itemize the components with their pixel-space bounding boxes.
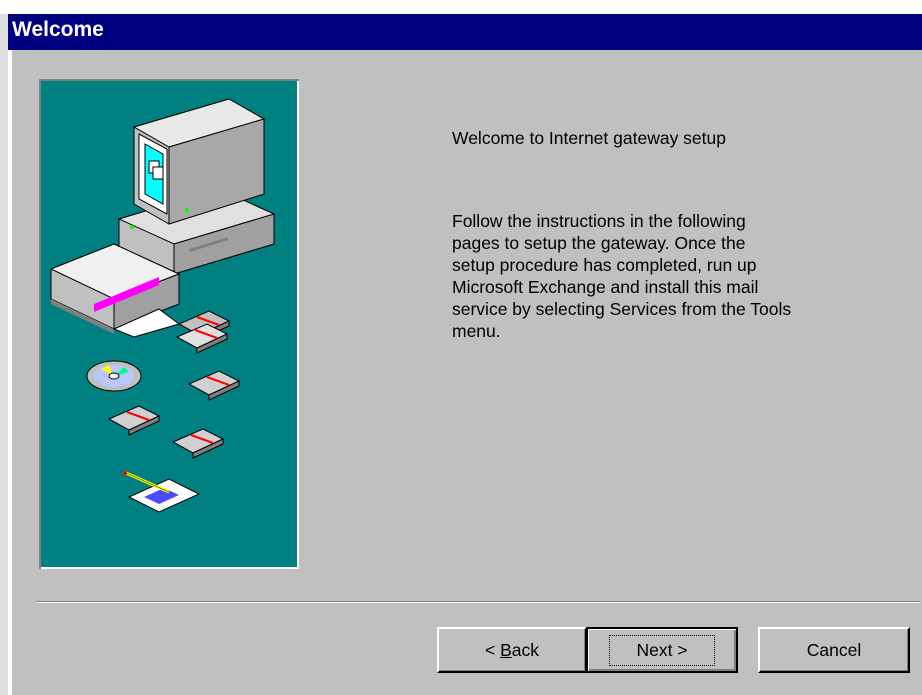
back-button[interactable]: < Back <box>437 627 587 673</box>
instructions-line: Microsoft Exchange and install this mail <box>452 277 759 297</box>
notepad-pencil-icon <box>123 470 201 513</box>
next-button-label: Next > <box>609 634 715 666</box>
computer-icon <box>117 98 276 275</box>
floppy-disk-icon <box>171 428 225 459</box>
floppy-disk-icon <box>187 370 241 401</box>
cd-icon <box>86 360 142 392</box>
instructions-text: Follow the instructions in the following… <box>452 210 892 342</box>
instructions-line: pages to setup the gateway. Once the <box>452 233 746 253</box>
back-button-rest: ack <box>511 639 539 660</box>
back-button-prefix: < <box>484 639 501 660</box>
cancel-button-label: Cancel <box>806 639 862 660</box>
floppy-disk-icon <box>107 405 161 436</box>
instructions-line: service by selecting Services from the T… <box>452 299 792 319</box>
setup-illustration <box>39 79 299 569</box>
back-button-label: < Back <box>485 640 539 661</box>
title-bar[interactable] <box>8 14 922 50</box>
instructions-line: Follow the instructions in the following <box>452 211 746 231</box>
welcome-heading: Welcome to Internet gateway setup <box>452 128 726 148</box>
separator-line <box>36 601 920 603</box>
instructions-line: setup procedure has completed, run up <box>452 255 757 275</box>
cancel-button[interactable]: Cancel <box>758 627 910 673</box>
window-title: Welcome <box>12 18 104 41</box>
floppy-disk-icon <box>175 310 231 354</box>
next-button[interactable]: Next > <box>586 627 738 673</box>
instructions-line: menu. <box>452 321 501 341</box>
window-edge-highlight <box>8 50 12 695</box>
window-edge <box>0 14 8 695</box>
setup-illustration-svg <box>49 98 276 513</box>
back-button-mnemonic: B <box>500 639 512 660</box>
setup-dialog: Welcome Welcome to Internet gateway setu… <box>0 0 922 695</box>
